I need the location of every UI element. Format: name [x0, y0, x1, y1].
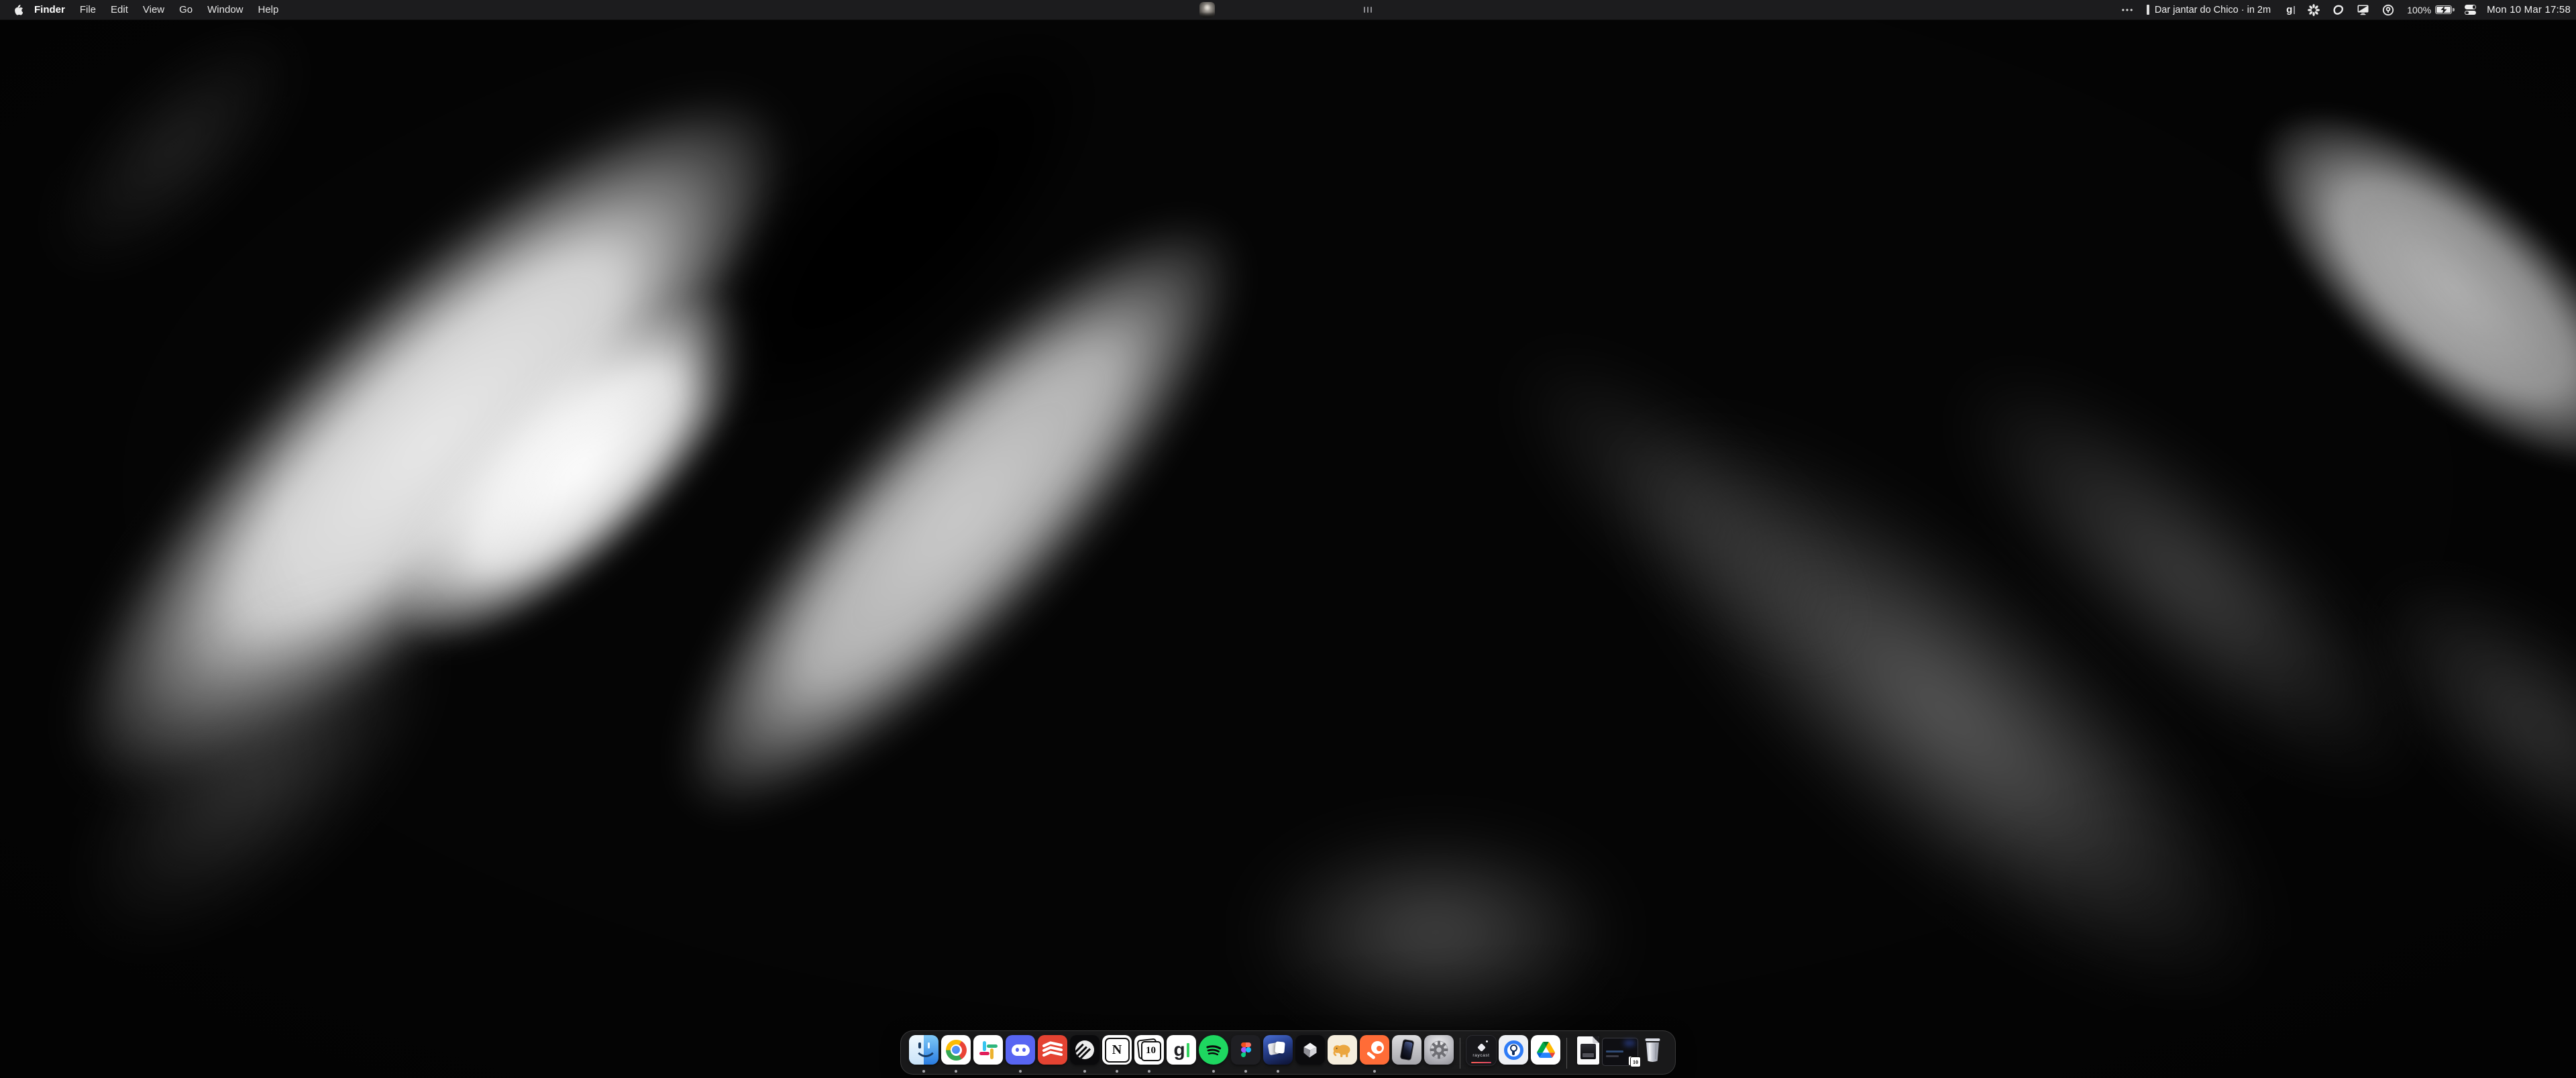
menu-bar-left: FinderFileEditViewGoWindowHelp [0, 0, 286, 19]
onepassword-menubar-icon[interactable] [2382, 4, 2394, 16]
blue-cards-app-icon [1263, 1035, 1293, 1065]
postman-icon [1360, 1035, 1389, 1065]
running-indicator [1373, 1070, 1376, 1073]
iphone-mirroring-icon [1392, 1035, 1421, 1065]
overflow-dots-icon[interactable]: ••• [2122, 5, 2135, 15]
spotify-icon [1199, 1035, 1228, 1065]
dock-notion[interactable]: N [1101, 1032, 1133, 1074]
menu-help[interactable]: Help [251, 0, 286, 19]
shield-glyph [2332, 5, 2344, 15]
running-indicator [1019, 1070, 1022, 1073]
menu-window[interactable]: Window [200, 0, 250, 19]
dock: N 10 g [900, 1030, 1676, 1075]
avatar-highlight [1203, 4, 1211, 11]
onepassword-glyph [2382, 4, 2394, 16]
dock-discord[interactable] [1004, 1032, 1036, 1074]
dock-system-settings[interactable] [1423, 1032, 1455, 1074]
display-icon[interactable] [2357, 4, 2369, 15]
dock-gem-3d-app[interactable] [1294, 1032, 1326, 1074]
dock-separator [1566, 1038, 1567, 1069]
event-text[interactable]: Dar jantar do Chico · in 2m [2155, 5, 2271, 15]
event-indicator-bar [2147, 5, 2149, 15]
menu-file[interactable]: File [72, 0, 103, 19]
todoist-icon [1038, 1035, 1067, 1065]
discord-icon [1006, 1035, 1035, 1065]
display-glyph [2357, 4, 2369, 15]
running-indicator [1148, 1070, 1150, 1073]
finder-icon [909, 1035, 938, 1065]
dock-postico[interactable] [1326, 1032, 1358, 1074]
onepassword-icon [1499, 1035, 1528, 1065]
flower-glyph [2308, 4, 2320, 16]
trash-icon [1642, 1036, 1663, 1067]
gem-3d-app-icon [1295, 1035, 1325, 1065]
apple-menu[interactable] [13, 4, 23, 15]
dock-notion-calendar[interactable]: 10 [1133, 1032, 1165, 1074]
running-indicator [1277, 1070, 1279, 1073]
postico-icon [1328, 1035, 1357, 1065]
battery-icon[interactable] [2435, 5, 2452, 15]
slack-icon [973, 1035, 1003, 1065]
dock-slack[interactable] [972, 1032, 1004, 1074]
battery-percent: 100% [2407, 5, 2431, 15]
charging-bolt-icon [2440, 5, 2448, 15]
dock-google-drive[interactable] [1529, 1032, 1562, 1074]
menubar-clock[interactable]: Mon 10 Mar 17:58 [2487, 4, 2571, 15]
dock-figma[interactable] [1230, 1032, 1262, 1074]
dock-linear[interactable] [1069, 1032, 1101, 1074]
dock-finder[interactable] [908, 1032, 940, 1074]
menu-finder[interactable]: Finder [27, 0, 72, 19]
dock-document-file[interactable] [1572, 1032, 1604, 1074]
menu-bar: FinderFileEditViewGoWindowHelp ••• Dar j… [0, 0, 2576, 20]
linear-icon [1070, 1035, 1099, 1065]
avatar-shadow [1199, 12, 1215, 17]
minimized-window-thumbnail: 10 [1602, 1038, 1638, 1066]
figma-icon [1231, 1035, 1260, 1065]
chrome-icon [941, 1035, 971, 1065]
dock-iphone-mirroring[interactable] [1391, 1032, 1423, 1074]
raycast-icon: raycast [1466, 1035, 1497, 1066]
wallpaper-vignette [0, 0, 2576, 1078]
shield-icon[interactable] [2332, 5, 2344, 15]
notion-icon: N [1102, 1035, 1132, 1065]
running-indicator [922, 1070, 925, 1073]
running-indicator [1116, 1070, 1118, 1073]
dock-postman[interactable] [1358, 1032, 1391, 1074]
dock-todoist[interactable] [1036, 1032, 1069, 1074]
granola-glyph: g [2286, 4, 2292, 15]
menubar-avatar[interactable] [1199, 2, 1215, 17]
dock-granola[interactable]: g [1165, 1032, 1197, 1074]
menubar-grip-icon[interactable] [1364, 7, 1372, 13]
running-indicator [1244, 1070, 1247, 1073]
dock-chrome[interactable] [940, 1032, 972, 1074]
flower-icon[interactable] [2308, 4, 2320, 16]
granola-menubar-icon[interactable]: g [2286, 4, 2295, 15]
menu-edit[interactable]: Edit [103, 0, 136, 19]
dock-blue-cards-app[interactable] [1262, 1032, 1294, 1074]
desktop: FinderFileEditViewGoWindowHelp ••• Dar j… [0, 0, 2576, 1078]
desktop-wallpaper[interactable] [0, 0, 2576, 1078]
system-settings-icon [1424, 1035, 1454, 1065]
dock-raycast[interactable]: raycast [1465, 1032, 1497, 1074]
running-indicator [1212, 1070, 1215, 1073]
dock-items: N 10 g [900, 1030, 1676, 1075]
notion-calendar-icon: 10 [1134, 1035, 1164, 1065]
dock-onepassword[interactable] [1497, 1032, 1529, 1074]
menu-bar-status: ••• Dar jantar do Chico · in 2m g [2122, 0, 2571, 19]
running-indicator [955, 1070, 957, 1073]
menu-list: FinderFileEditViewGoWindowHelp [27, 0, 286, 19]
dock-trash[interactable] [1636, 1032, 1668, 1074]
menu-go[interactable]: Go [172, 0, 200, 19]
dock-spotify[interactable] [1197, 1032, 1230, 1074]
dock-minimized-window[interactable]: 10 [1604, 1032, 1636, 1074]
granola-icon: g [1167, 1035, 1196, 1065]
running-indicator [1083, 1070, 1086, 1073]
control-center-icon[interactable] [2465, 5, 2476, 15]
apple-logo-icon [13, 4, 23, 15]
battery-body [2435, 5, 2452, 15]
document-file-icon [1577, 1036, 1599, 1065]
google-drive-icon [1531, 1035, 1560, 1065]
battery-nub [2453, 8, 2455, 11]
menu-view[interactable]: View [136, 0, 172, 19]
